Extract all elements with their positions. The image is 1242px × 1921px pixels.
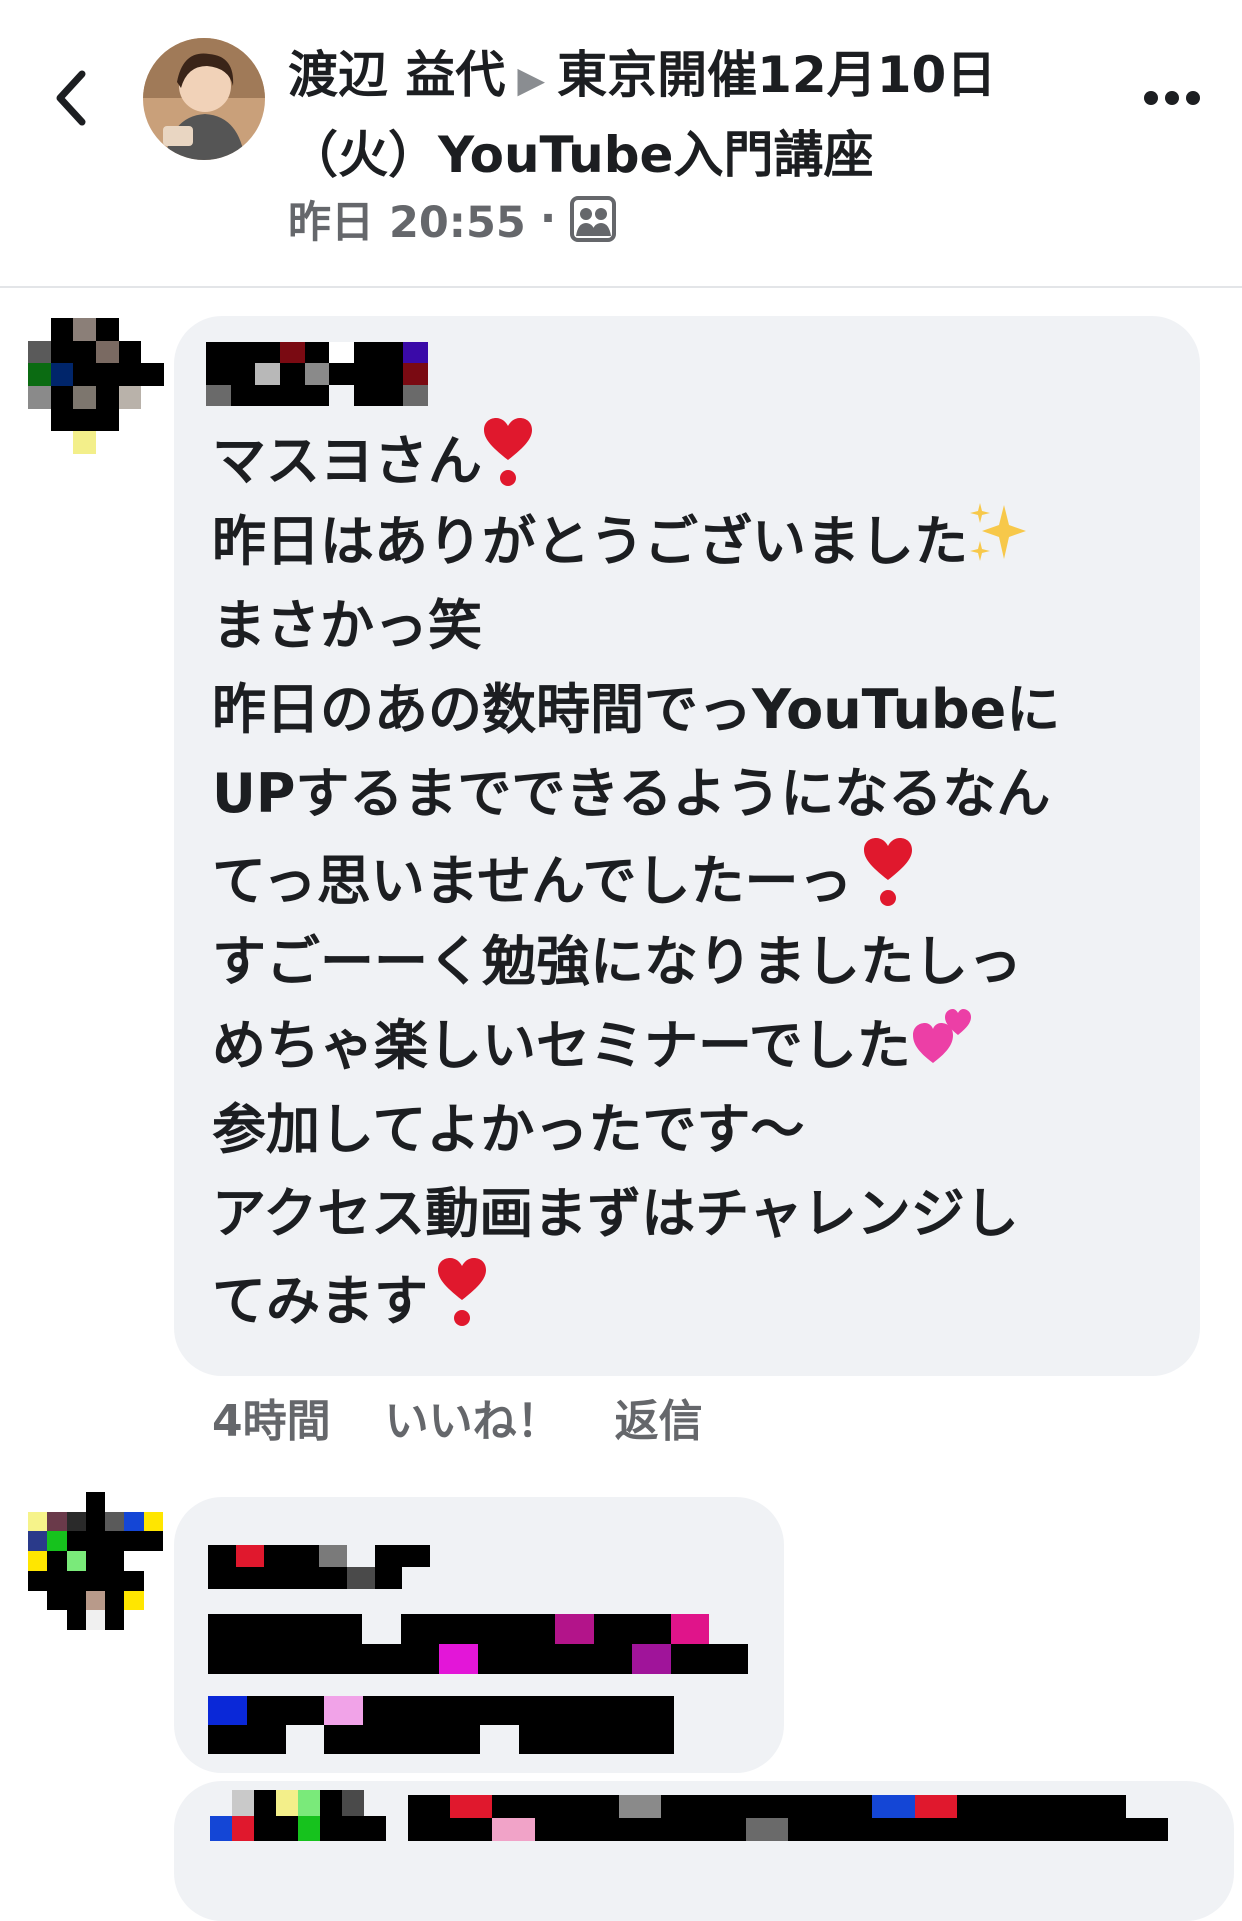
post-header: 渡辺 益代 ▶ 東京開催12月10日 （火）YouTube入門講座 昨日 20:55…	[0, 0, 1242, 288]
comment-line: めちゃ楽しいセミナーでした	[212, 1014, 911, 1077]
comment-line: てっ思いませんでしたーっ	[212, 849, 853, 913]
group-title-line1[interactable]: 東京開催12月10日	[557, 46, 996, 104]
comment-line: 参加してよかったです～	[212, 1098, 805, 1161]
comment-line: UPするまでできるようになるなん	[212, 762, 1051, 825]
reply-button[interactable]: 返信	[615, 1385, 703, 1449]
commenter-name-redacted[interactable]	[206, 342, 428, 406]
commenter-avatar[interactable]	[28, 1492, 182, 1630]
commenter-avatar[interactable]	[210, 1790, 386, 1841]
group-icon	[570, 196, 617, 242]
comment-text-redacted	[208, 1696, 674, 1754]
comment-actions: 4時間 いいね！ 返信	[212, 1385, 703, 1449]
arrow-icon: ▶	[517, 60, 546, 101]
comment-text-redacted	[208, 1614, 748, 1674]
comment-line: 昨日はありがとうございました	[212, 510, 968, 573]
commenter-name-redacted[interactable]	[408, 1795, 1168, 1841]
post-meta: 昨日 20:55 ·	[288, 188, 617, 250]
chevron-left-icon[interactable]	[48, 68, 96, 128]
post-title[interactable]: 渡辺 益代 ▶ 東京開催12月10日 （火）YouTube入門講座	[288, 38, 1088, 192]
commenter-avatar[interactable]	[28, 318, 164, 454]
like-button[interactable]: いいね！	[385, 1385, 561, 1449]
author-name[interactable]: 渡辺 益代	[288, 46, 505, 104]
author-avatar[interactable]	[143, 38, 265, 160]
comment-line: まさかっ笑	[212, 594, 482, 657]
more-dots-icon[interactable]	[1143, 86, 1201, 110]
sparkles-icon	[968, 501, 1028, 589]
separator-dot: ·	[539, 194, 557, 244]
commenter-name-redacted[interactable]	[208, 1545, 430, 1589]
comment-text: マスヨさん 昨日はありがとうございました まさかっ笑 昨日のあの数時間でっYou…	[212, 416, 1192, 1340]
comment-line: 昨日のあの数時間でっYouTubeに	[212, 678, 1061, 741]
comment-line: てみます	[212, 1269, 428, 1333]
two-hearts-icon	[911, 1005, 975, 1093]
comment-line: アクセス動画まずはチャレンジし	[212, 1182, 1019, 1245]
comment-line: マスヨさん	[212, 429, 482, 493]
comment-time[interactable]: 4時間	[212, 1385, 331, 1449]
heart-icon	[436, 1256, 488, 1354]
post-time[interactable]: 昨日 20:55	[288, 188, 526, 250]
group-title-line2[interactable]: （火）YouTube入門講座	[288, 126, 873, 184]
comment-line: すごーーく勉強になりましたしっ	[212, 930, 1022, 993]
